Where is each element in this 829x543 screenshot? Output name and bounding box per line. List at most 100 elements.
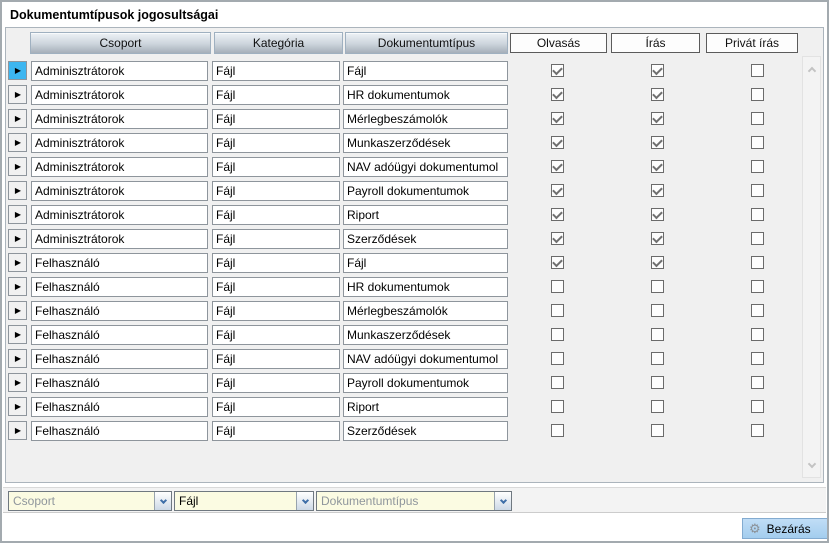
- row-select-button[interactable]: ▶: [8, 85, 27, 104]
- dokumentumtipus-cell[interactable]: HR dokumentumok: [343, 85, 508, 105]
- kategoria-cell[interactable]: Fájl: [212, 301, 340, 321]
- privat_iras-checkbox[interactable]: [751, 184, 764, 197]
- iras-checkbox[interactable]: [651, 208, 664, 221]
- dokumentumtipus-cell[interactable]: Fájl: [343, 61, 508, 81]
- kategoria-cell[interactable]: Fájl: [212, 85, 340, 105]
- csoport-cell[interactable]: Adminisztrátorok: [31, 181, 208, 201]
- dokumentumtipus-filter-dropdown[interactable]: Dokumentumtípus: [316, 491, 512, 511]
- row-select-button[interactable]: ▶: [8, 109, 27, 128]
- row-select-button[interactable]: ▶: [8, 277, 27, 296]
- iras-checkbox[interactable]: [651, 376, 664, 389]
- iras-checkbox[interactable]: [651, 88, 664, 101]
- iras-checkbox[interactable]: [651, 352, 664, 365]
- csoport-cell[interactable]: Felhasználó: [31, 421, 208, 441]
- olvasas-checkbox[interactable]: [551, 112, 564, 125]
- kategoria-cell[interactable]: Fájl: [212, 325, 340, 345]
- row-select-button[interactable]: ▶: [8, 373, 27, 392]
- iras-checkbox[interactable]: [651, 160, 664, 173]
- iras-checkbox[interactable]: [651, 64, 664, 77]
- csoport-cell[interactable]: Felhasználó: [31, 277, 208, 297]
- kategoria-cell[interactable]: Fájl: [212, 253, 340, 273]
- csoport-cell[interactable]: Felhasználó: [31, 397, 208, 417]
- olvasas-checkbox[interactable]: [551, 376, 564, 389]
- iras-checkbox[interactable]: [651, 424, 664, 437]
- iras-checkbox[interactable]: [651, 280, 664, 293]
- dokumentumtipus-cell[interactable]: Fájl: [343, 253, 508, 273]
- iras-checkbox[interactable]: [651, 400, 664, 413]
- csoport-cell[interactable]: Adminisztrátorok: [31, 205, 208, 225]
- iras-checkbox[interactable]: [651, 184, 664, 197]
- olvasas-checkbox[interactable]: [551, 400, 564, 413]
- olvasas-checkbox[interactable]: [551, 352, 564, 365]
- privat_iras-checkbox[interactable]: [751, 352, 764, 365]
- csoport-cell[interactable]: Adminisztrátorok: [31, 133, 208, 153]
- olvasas-checkbox[interactable]: [551, 184, 564, 197]
- dokumentumtipus-cell[interactable]: Szerződések: [343, 421, 508, 441]
- olvasas-checkbox[interactable]: [551, 424, 564, 437]
- kategoria-cell[interactable]: Fájl: [212, 373, 340, 393]
- iras-checkbox[interactable]: [651, 232, 664, 245]
- csoport-cell[interactable]: Felhasználó: [31, 301, 208, 321]
- privat_iras-checkbox[interactable]: [751, 304, 764, 317]
- olvasas-checkbox[interactable]: [551, 88, 564, 101]
- chevron-down-icon[interactable]: [154, 492, 171, 510]
- olvasas-checkbox[interactable]: [551, 280, 564, 293]
- kategoria-cell[interactable]: Fájl: [212, 133, 340, 153]
- kategoria-cell[interactable]: Fájl: [212, 181, 340, 201]
- row-select-button[interactable]: ▶: [8, 397, 27, 416]
- olvasas-checkbox[interactable]: [551, 160, 564, 173]
- dokumentumtipus-cell[interactable]: Munkaszerződések: [343, 325, 508, 345]
- dokumentumtipus-cell[interactable]: NAV adóügyi dokumentumol: [343, 157, 508, 177]
- dokumentumtipus-cell[interactable]: Riport: [343, 397, 508, 417]
- privat_iras-checkbox[interactable]: [751, 232, 764, 245]
- row-select-button[interactable]: ▶: [8, 325, 27, 344]
- row-select-button[interactable]: ▶: [8, 61, 27, 80]
- privat_iras-checkbox[interactable]: [751, 64, 764, 77]
- privat_iras-checkbox[interactable]: [751, 280, 764, 293]
- column-header-kategoria[interactable]: Kategória: [214, 32, 343, 54]
- row-select-button[interactable]: ▶: [8, 421, 27, 440]
- kategoria-cell[interactable]: Fájl: [212, 229, 340, 249]
- csoport-filter-dropdown[interactable]: Csoport: [8, 491, 172, 511]
- scroll-up-button[interactable]: [803, 61, 820, 77]
- chevron-down-icon[interactable]: [494, 492, 511, 510]
- row-select-button[interactable]: ▶: [8, 349, 27, 368]
- olvasas-checkbox[interactable]: [551, 136, 564, 149]
- iras-checkbox[interactable]: [651, 112, 664, 125]
- dokumentumtipus-cell[interactable]: Payroll dokumentumok: [343, 373, 508, 393]
- iras-checkbox[interactable]: [651, 136, 664, 149]
- privat_iras-checkbox[interactable]: [751, 112, 764, 125]
- privat_iras-checkbox[interactable]: [751, 88, 764, 101]
- csoport-cell[interactable]: Adminisztrátorok: [31, 157, 208, 177]
- privat_iras-checkbox[interactable]: [751, 424, 764, 437]
- dokumentumtipus-cell[interactable]: Mérlegbeszámolók: [343, 301, 508, 321]
- privat_iras-checkbox[interactable]: [751, 208, 764, 221]
- kategoria-filter-dropdown[interactable]: Fájl: [174, 491, 314, 511]
- kategoria-cell[interactable]: Fájl: [212, 421, 340, 441]
- dokumentumtipus-cell[interactable]: HR dokumentumok: [343, 277, 508, 297]
- csoport-cell[interactable]: Felhasználó: [31, 253, 208, 273]
- row-select-button[interactable]: ▶: [8, 253, 27, 272]
- olvasas-checkbox[interactable]: [551, 256, 564, 269]
- privat_iras-checkbox[interactable]: [751, 376, 764, 389]
- olvasas-checkbox[interactable]: [551, 304, 564, 317]
- column-header-csoport[interactable]: Csoport: [30, 32, 211, 54]
- chevron-down-icon[interactable]: [296, 492, 313, 510]
- kategoria-cell[interactable]: Fájl: [212, 205, 340, 225]
- csoport-cell[interactable]: Adminisztrátorok: [31, 109, 208, 129]
- row-select-button[interactable]: ▶: [8, 181, 27, 200]
- iras-checkbox[interactable]: [651, 328, 664, 341]
- privat_iras-checkbox[interactable]: [751, 400, 764, 413]
- close-button[interactable]: ⚙ Bezárás: [742, 518, 828, 539]
- column-header-dokumentumtipus[interactable]: Dokumentumtípus: [345, 32, 508, 54]
- privat_iras-checkbox[interactable]: [751, 160, 764, 173]
- csoport-cell[interactable]: Felhasználó: [31, 373, 208, 393]
- iras-checkbox[interactable]: [651, 304, 664, 317]
- row-select-button[interactable]: ▶: [8, 157, 27, 176]
- kategoria-cell[interactable]: Fájl: [212, 277, 340, 297]
- dokumentumtipus-cell[interactable]: Payroll dokumentumok: [343, 181, 508, 201]
- row-select-button[interactable]: ▶: [8, 133, 27, 152]
- vertical-scrollbar[interactable]: [802, 56, 821, 478]
- kategoria-cell[interactable]: Fájl: [212, 349, 340, 369]
- iras-checkbox[interactable]: [651, 256, 664, 269]
